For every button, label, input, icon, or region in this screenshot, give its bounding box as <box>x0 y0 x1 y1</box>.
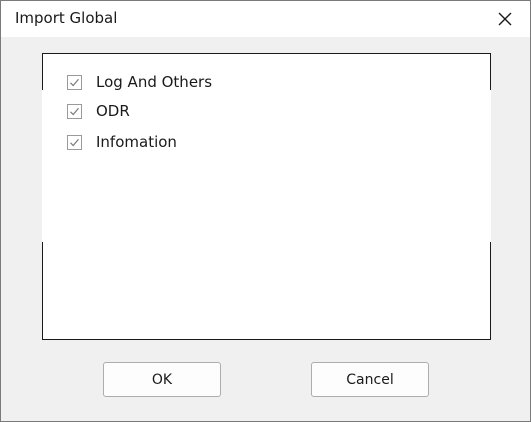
ok-button[interactable]: OK <box>103 362 221 397</box>
checkmark-icon <box>70 78 79 86</box>
option-log-and-others[interactable]: Log And Others <box>67 72 212 92</box>
close-button[interactable] <box>480 1 530 37</box>
option-infomation[interactable]: Infomation <box>67 132 177 152</box>
import-global-dialog: Import Global Log And Others ODR Infomat… <box>0 0 531 422</box>
checkbox[interactable] <box>67 74 82 90</box>
import-options-list: Log And Others ODR Infomation <box>42 53 491 340</box>
checkmark-icon <box>70 107 79 115</box>
option-label: Infomation <box>96 133 177 151</box>
panel-edge-gap <box>489 90 491 242</box>
option-label: ODR <box>96 102 130 120</box>
option-odr[interactable]: ODR <box>67 101 130 121</box>
title-bar: Import Global <box>1 1 530 37</box>
close-icon <box>498 12 512 26</box>
cancel-button[interactable]: Cancel <box>311 362 429 397</box>
checkmark-icon <box>70 138 79 146</box>
option-label: Log And Others <box>96 73 213 91</box>
dialog-title: Import Global <box>15 9 118 27</box>
checkbox[interactable] <box>67 103 82 119</box>
panel-edge-gap <box>42 90 44 242</box>
checkbox[interactable] <box>67 134 82 150</box>
